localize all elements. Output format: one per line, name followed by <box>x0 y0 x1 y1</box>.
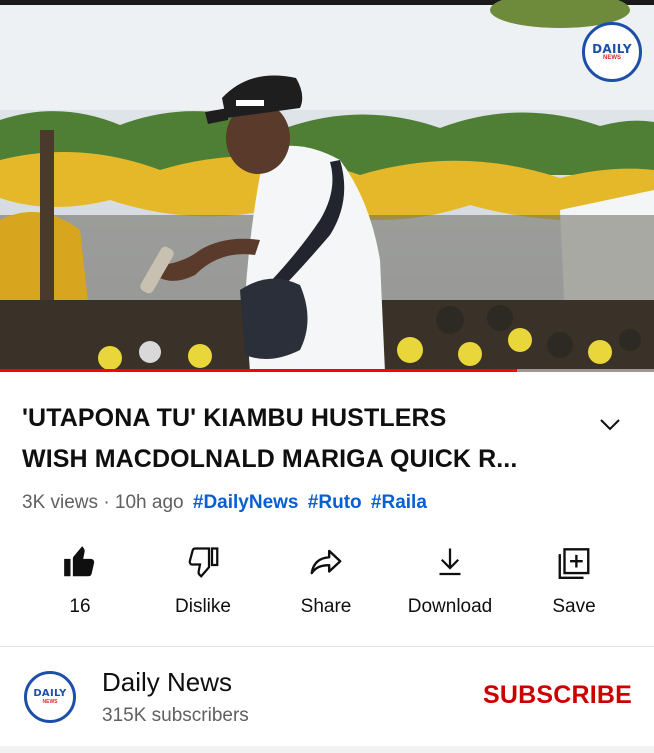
download-icon <box>439 548 461 576</box>
share-button[interactable]: Share <box>266 542 386 618</box>
subscriber-count: 315K subscribers <box>102 705 249 726</box>
download-label: Download <box>407 596 493 617</box>
watermark-subtitle: NEWS <box>603 54 621 61</box>
watermark-title: DAILY <box>592 41 632 56</box>
thumbs-up-icon <box>64 546 95 577</box>
channel-name[interactable]: Daily News <box>102 667 232 697</box>
share-icon <box>310 549 342 575</box>
save-button[interactable]: Save <box>514 542 634 618</box>
add-to-playlist-icon <box>558 548 590 580</box>
hashtag-dailynews[interactable]: #DailyNews <box>193 492 299 513</box>
dislike-label: Dislike <box>175 596 231 617</box>
view-count: 3K views <box>22 492 99 513</box>
hashtag-ruto[interactable]: #Ruto <box>308 492 362 513</box>
progress-fill <box>0 369 517 372</box>
like-count: 16 <box>69 596 91 617</box>
avatar-subtitle: NEWS <box>42 699 58 705</box>
download-button[interactable]: Download <box>390 542 510 618</box>
action-bar: 16 Dislike Share Download Save <box>0 542 654 628</box>
video-title-line-1: 'UTAPONA TU' KIAMBU HUSTLERS <box>22 404 447 432</box>
dislike-button[interactable]: Dislike <box>143 542 263 618</box>
hashtag-raila[interactable]: #Raila <box>371 492 427 513</box>
upload-age: 10h ago <box>114 492 184 513</box>
video-title-line-2: WISH MACDOLNALD MARIGA QUICK R... <box>22 445 518 473</box>
chevron-down-icon <box>600 419 620 431</box>
channel-row[interactable]: DAILY NEWS Daily News 315K subscribers S… <box>0 647 654 753</box>
channel-avatar[interactable]: DAILY NEWS <box>24 671 76 723</box>
thumbs-down-icon <box>188 547 219 578</box>
video-player[interactable]: DAILY NEWS <box>0 0 654 372</box>
share-label: Share <box>300 596 352 617</box>
progress-bar[interactable] <box>0 369 654 372</box>
video-meta: 3K views · 10h ago #DailyNews #Ruto #Rai… <box>22 491 427 515</box>
save-label: Save <box>552 596 596 617</box>
subscribe-button[interactable]: SUBSCRIBE <box>483 681 632 710</box>
avatar-title: DAILY <box>33 688 67 699</box>
video-frame <box>0 0 654 372</box>
like-button[interactable]: 16 <box>20 542 140 618</box>
channel-watermark-logo: DAILY NEWS <box>582 22 642 82</box>
video-title[interactable]: 'UTAPONA TU' KIAMBU HUSTLERS WISH MACDOL… <box>22 398 562 480</box>
meta-separator: · <box>103 492 110 513</box>
bottom-separator <box>0 746 654 753</box>
expand-description-button[interactable] <box>596 410 624 438</box>
